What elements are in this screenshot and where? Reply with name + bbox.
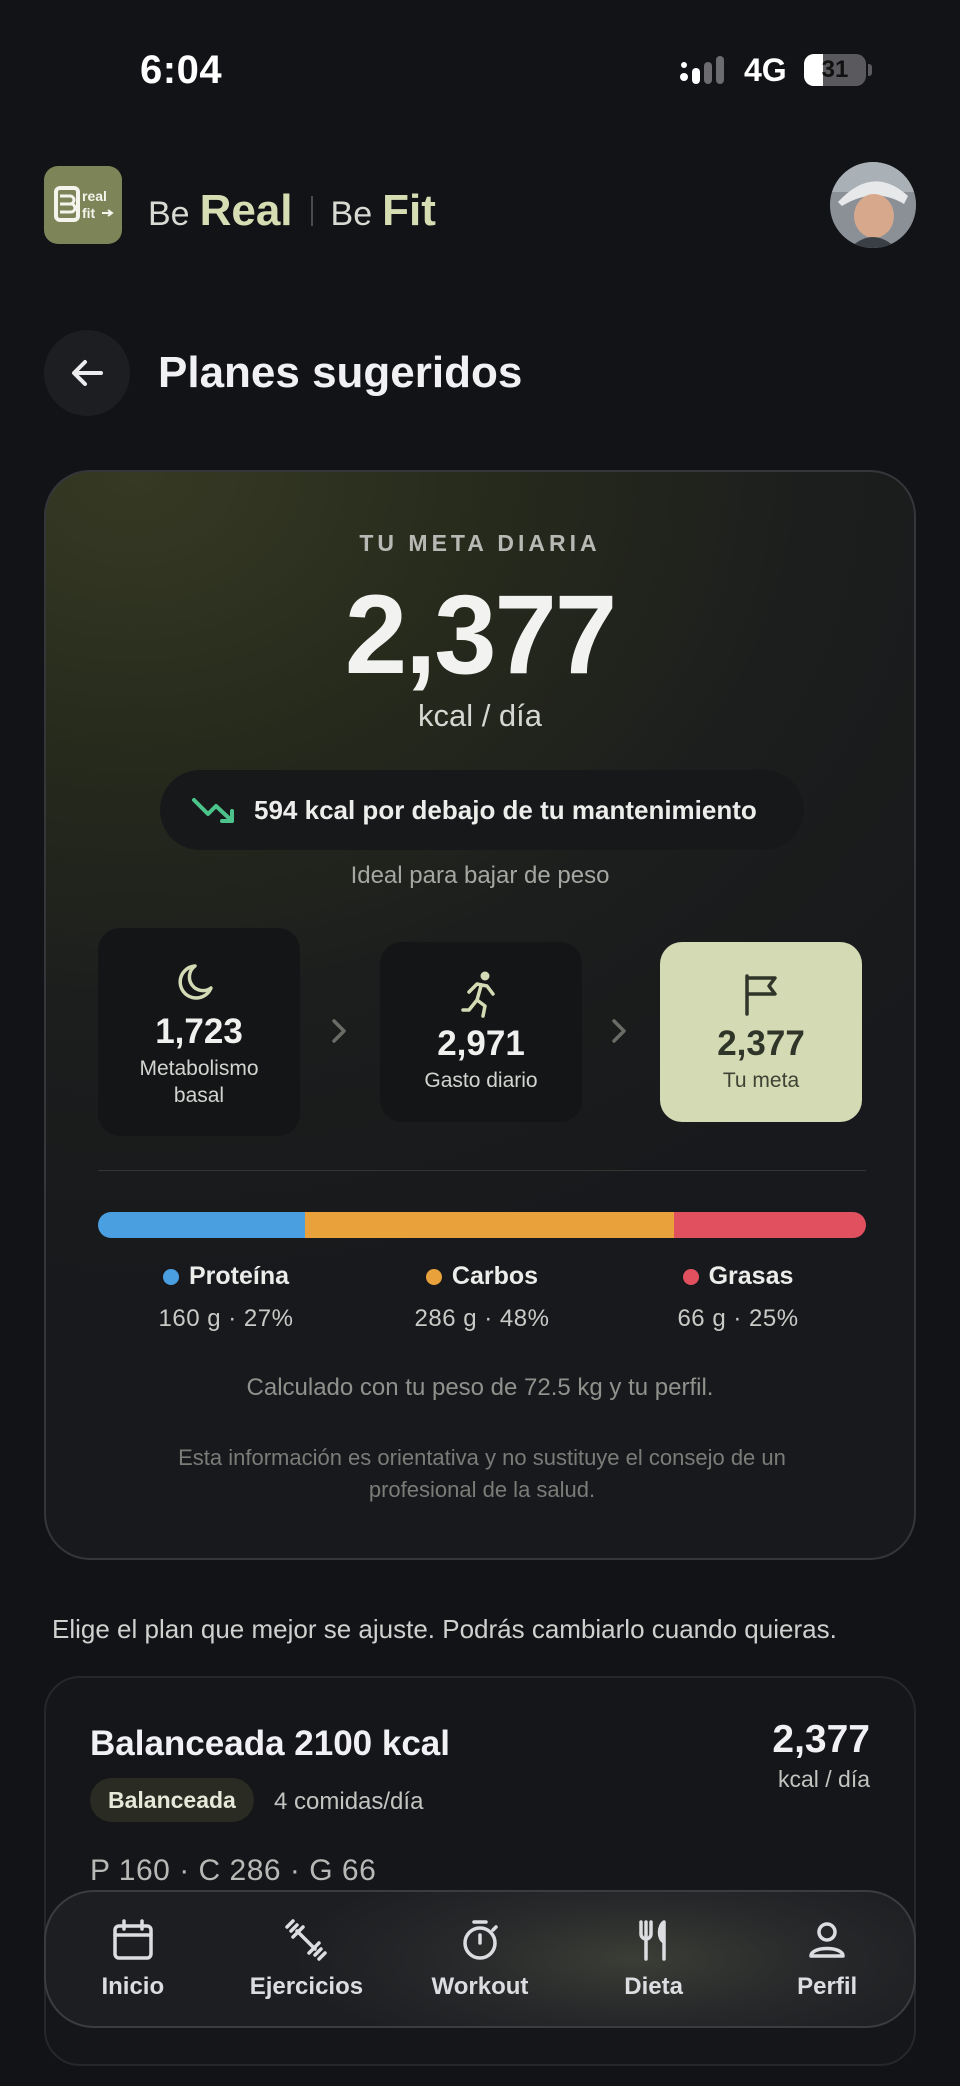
nav-item-ejercicios[interactable]: Ejercicios [220, 1917, 394, 2001]
user-icon [809, 1922, 845, 1958]
network-label: 4G [744, 52, 787, 88]
brand-real: Real [199, 186, 293, 235]
brand-fit: Fit [382, 186, 436, 235]
nav-item-workout[interactable]: Workout [393, 1917, 567, 2001]
plan-name: Balanceada 2100 kcal [90, 1724, 450, 1763]
deficit-subtitle: Ideal para bajar de peso [350, 862, 610, 889]
macro-distribution-bar [98, 1212, 866, 1238]
battery-level: 31 [821, 56, 849, 83]
logo-text-bottom: fit [82, 205, 96, 221]
avatar-image [830, 162, 916, 248]
flow-basal-label: Metabolismo basal [139, 1057, 259, 1107]
back-button[interactable] [44, 330, 130, 416]
avatar[interactable] [830, 162, 916, 248]
calendar-icon [113, 1919, 153, 1960]
macro-fats-detail: 66 g · 25% [677, 1305, 799, 1332]
goal-unit: kcal / día [417, 698, 543, 733]
macro-fats-name: Grasas [708, 1262, 794, 1290]
status-bar: 6:04 4G 31 [0, 0, 960, 140]
bottom-navigation: Inicio Ejercicios Workout Dieta Perfil [44, 1890, 916, 2028]
flow-basal-value: 1,723 [155, 1012, 243, 1051]
macro-protein-detail: 160 g · 27% [158, 1305, 294, 1332]
flag-icon [745, 974, 777, 1016]
status-time: 6:04 [140, 48, 223, 92]
flow-daily-expense-box: 2,971 Gasto diario [380, 942, 582, 1122]
health-disclaimer: Esta información es orientativa y no sus… [178, 1445, 786, 1502]
dumbbell-icon [285, 1919, 328, 1961]
macro-protein: Proteína 160 g · 27% [98, 1262, 354, 1352]
nav-item-perfil[interactable]: Perfil [740, 1917, 914, 2001]
deficit-pill: 594 kcal por debajo de tu mantenimiento [160, 770, 804, 850]
logo-mark: real fit [54, 186, 114, 222]
macro-legend: Proteína 160 g · 27% Carbos 286 g · 48% … [98, 1262, 866, 1352]
plan-meals: 4 comidas/día [274, 1788, 424, 1815]
brand-wordmark: Be Real Be Fit [148, 186, 436, 236]
arrow-left-icon [72, 360, 103, 386]
logo-text-top: real [82, 188, 107, 204]
nav-label-ejercicios: Ejercicios [249, 1973, 364, 2000]
flow-daily-expense-value: 2,971 [437, 1024, 525, 1063]
battery-tip [868, 64, 872, 76]
moon-icon [178, 964, 213, 1000]
protein-dot [162, 1268, 179, 1285]
calorie-flow: 1,723 Metabolismo basal 2,971 Gasto diar… [98, 928, 866, 1138]
macro-bar-segment [98, 1212, 306, 1238]
deficit-text: 594 kcal por debajo de tu mantenimiento [254, 794, 757, 825]
plan-macros: P 160 · C 286 · G 66 [90, 1854, 377, 1887]
nav-label-workout: Workout [431, 1973, 529, 2000]
nav-item-dieta[interactable]: Dieta [567, 1917, 741, 2001]
carbs-dot [425, 1268, 442, 1285]
nav-label-perfil: Perfil [797, 1973, 858, 2000]
page-title: Planes sugeridos [158, 348, 523, 397]
stopwatch-icon [463, 1920, 498, 1960]
macro-carbs-name: Carbos [451, 1262, 539, 1290]
daily-goal-card: TU META DIARIA 2,377 kcal / día 594 kcal… [44, 470, 916, 1560]
flow-daily-expense-label: Gasto diario [424, 1069, 538, 1092]
brand-separator [310, 196, 313, 226]
goal-value: 2,377 [344, 572, 617, 697]
calculation-note: Calculado con tu peso de 72.5 kg y tu pe… [246, 1374, 714, 1401]
battery-icon: 31 [804, 54, 866, 86]
goal-label: TU META DIARIA [359, 530, 601, 556]
chevron-right-icon [612, 1019, 626, 1043]
plan-kcal-unit: kcal / día [777, 1766, 870, 1792]
fats-dot [682, 1268, 699, 1285]
nav-item-inicio[interactable]: Inicio [46, 1917, 220, 2001]
nav-label-dieta: Dieta [624, 1973, 683, 2000]
macro-bar-segment [305, 1212, 674, 1238]
macro-carbs-detail: 286 g · 48% [414, 1305, 550, 1332]
plan-kcal: 2,377 [772, 1718, 870, 1761]
choose-plan-text: Elige el plan que mejor se ajuste. Podrá… [52, 1614, 837, 1644]
plan-tag: Balanceada [90, 1778, 254, 1822]
fork-knife-icon [638, 1920, 666, 1961]
macro-protein-name: Proteína [188, 1262, 290, 1290]
trend-down-icon [192, 798, 234, 823]
macro-fats: Grasas 66 g · 25% [610, 1262, 866, 1352]
divider [98, 1170, 866, 1171]
brand-be-1: Be [148, 195, 190, 233]
brand-be-2: Be [330, 195, 373, 233]
nav-label-inicio: Inicio [101, 1973, 165, 2000]
chevron-right-icon [332, 1019, 346, 1043]
flow-basal-box: 1,723 Metabolismo basal [98, 928, 300, 1136]
macro-bar-segment [673, 1212, 866, 1238]
signal-icon [680, 56, 724, 84]
runner-icon [461, 971, 495, 1018]
flow-goal-value: 2,377 [717, 1024, 805, 1063]
flow-goal-box: 2,377 Tu meta [660, 942, 862, 1122]
app-logo[interactable]: real fit [44, 166, 122, 244]
macro-carbs: Carbos 286 g · 48% [354, 1262, 610, 1352]
flow-goal-label: Tu meta [722, 1069, 800, 1092]
